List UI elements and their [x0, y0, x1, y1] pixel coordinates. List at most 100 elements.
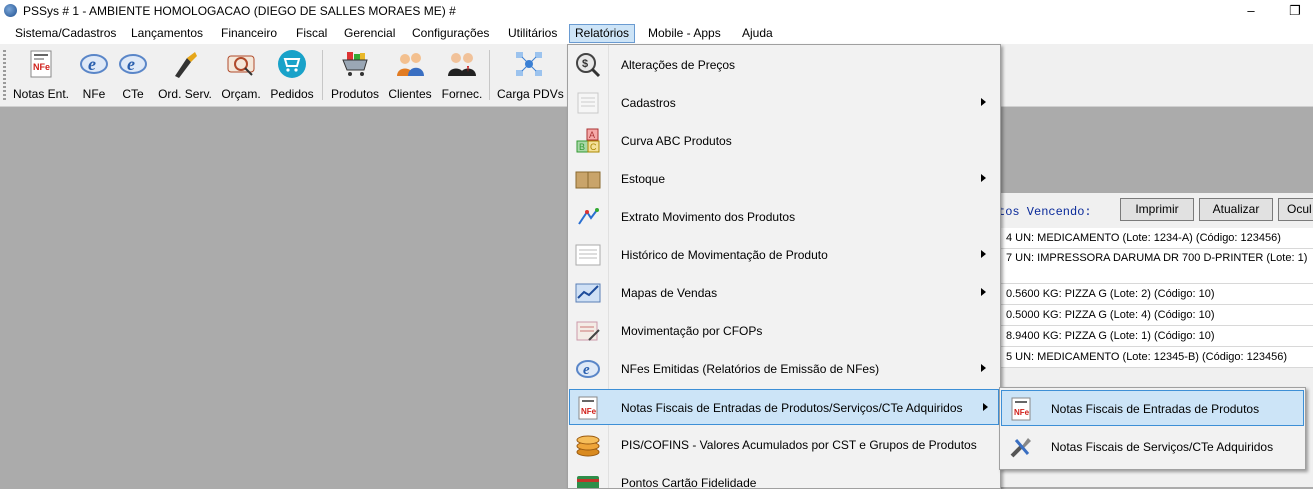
svg-text:A: A: [589, 130, 595, 140]
menu-item-label: Curva ABC Produtos: [621, 134, 732, 148]
menu-item-estoque[interactable]: Estoque: [570, 161, 996, 197]
menu-utilitarios[interactable]: Utilitários: [508, 25, 557, 42]
toolbar-separator: [322, 50, 323, 100]
menu-item-nfes-emitidas[interactable]: e NFes Emitidas (Relatórios de Emissão d…: [570, 351, 996, 387]
menu-item-notas-fiscais-entradas[interactable]: NFe Notas Fiscais de Entradas de Produto…: [569, 389, 999, 425]
submenu-arrow-icon: [981, 364, 986, 372]
toolbar-label: Pedidos: [270, 87, 314, 101]
expiring-items-table: 4 UN: MEDICAMENTO (Lote: 1234-A) (Código…: [990, 228, 1313, 368]
abc-blocks-icon: A B C: [576, 128, 600, 153]
toolbar-produtos-button[interactable]: Produtos: [329, 48, 381, 101]
restore-icon[interactable]: ❐: [1284, 2, 1306, 20]
table-row[interactable]: 0.5000 KG: PIZZA G (Lote: 4) (Código: 10…: [990, 305, 1313, 326]
toolbar-separator: [489, 50, 490, 100]
table-row[interactable]: 4 UN: MEDICAMENTO (Lote: 1234-A) (Código…: [990, 228, 1313, 249]
menu-item-pis-cofins[interactable]: PIS/COFINS - Valores Acumulados por CST …: [570, 427, 996, 463]
nfe-e-icon: e: [80, 54, 108, 74]
menu-mobile-apps[interactable]: Mobile - Apps: [648, 25, 721, 42]
table-row[interactable]: 5 UN: MEDICAMENTO (Lote: 12345-B) (Códig…: [990, 347, 1313, 368]
menu-item-cadastros[interactable]: Cadastros: [570, 85, 996, 121]
clients-icon: [397, 53, 424, 76]
menu-gerencial[interactable]: Gerencial: [344, 25, 395, 42]
toolbar-label: Produtos: [330, 87, 380, 101]
window-title: PSSys # 1 - AMBIENTE HOMOLOGACAO (DIEGO …: [23, 4, 456, 18]
menu-item-label: PIS/COFINS - Valores Acumulados por CST …: [621, 438, 977, 452]
toolbar-fornec-button[interactable]: Fornec.: [441, 48, 483, 101]
svg-text:e: e: [583, 362, 590, 378]
toolbar-label: Notas Ent.: [12, 87, 70, 101]
menu-item-label: Mapas de Vendas: [621, 286, 718, 300]
menu-item-label: Extrato Movimento dos Produtos: [621, 210, 796, 224]
toolbar-nfe-button[interactable]: e NFe: [78, 48, 110, 101]
nfe-document-icon: NFe: [30, 50, 52, 78]
menu-sistema-cadastros[interactable]: Sistema/Cadastros: [15, 25, 116, 42]
toolbar-label: Orçam.: [221, 87, 261, 101]
notas-fiscais-submenu: NFe Notas Fiscais de Entradas de Produto…: [999, 387, 1306, 470]
service-order-icon: [175, 52, 197, 78]
toolbar-notas-ent-button[interactable]: NFe Notas Ent.: [12, 48, 70, 101]
menu-item-label: Estoque: [621, 172, 666, 186]
hide-button[interactable]: Ocul: [1278, 198, 1313, 221]
menu-item-extrato-movimento[interactable]: Extrato Movimento dos Produtos: [570, 199, 996, 235]
title-bar: PSSys # 1 - AMBIENTE HOMOLOGACAO (DIEGO …: [0, 0, 1313, 22]
menu-item-label: Cadastros: [621, 96, 676, 110]
loyalty-card-icon: [577, 476, 599, 488]
registry-icon: [577, 92, 599, 114]
submenu-arrow-icon: [981, 288, 986, 296]
menu-item-label: Movimentação por CFOPs: [621, 324, 763, 338]
toolbar-cte-button[interactable]: e CTe: [117, 48, 149, 101]
menu-item-historico-movimentacao[interactable]: Histórico de Movimentação de Produto: [570, 237, 996, 273]
menu-ajuda[interactable]: Ajuda: [742, 25, 773, 42]
svg-text:NFe: NFe: [581, 407, 597, 416]
menu-fiscal[interactable]: Fiscal: [296, 25, 327, 42]
statement-icon: [578, 208, 599, 225]
table-row[interactable]: 0.5600 KG: PIZZA G (Lote: 2) (Código: 10…: [990, 284, 1313, 305]
app-logo-icon: [4, 4, 17, 17]
svg-text:B: B: [579, 142, 585, 152]
submenu-item-notas-servicos-cte[interactable]: Notas Fiscais de Serviços/CTe Adquiridos: [1002, 429, 1303, 465]
menu-item-label: Pontos Cartão Fidelidade: [621, 476, 757, 489]
submenu-arrow-icon: [981, 174, 986, 182]
submenu-arrow-icon: [983, 403, 988, 411]
network-icon: [516, 52, 542, 76]
menu-item-label: NFes Emitidas (Relatórios de Emissão de …: [621, 362, 880, 376]
toolbar-carga-pdvs-button[interactable]: Carga PDVs: [497, 48, 564, 101]
print-button[interactable]: Imprimir: [1120, 198, 1194, 221]
cfop-icon: [576, 321, 600, 341]
menu-item-label: Notas Fiscais de Serviços/CTe Adquiridos: [1051, 440, 1274, 454]
toolbar-grip[interactable]: [3, 50, 6, 100]
relatorios-dropdown-menu: $ Alterações de Preços Cadastros A B C C…: [567, 44, 1001, 489]
update-button[interactable]: Atualizar: [1199, 198, 1273, 221]
menu-lancamentos[interactable]: Lançamentos: [131, 25, 203, 42]
toolbar-orcam-button[interactable]: Orçam.: [219, 48, 263, 101]
minimize-icon[interactable]: –: [1240, 2, 1262, 20]
table-row[interactable]: 7 UN: IMPRESSORA DARUMA DR 700 D-PRINTER…: [990, 249, 1313, 284]
budget-icon: [227, 55, 255, 76]
menu-financeiro[interactable]: Financeiro: [221, 25, 277, 42]
table-row[interactable]: 8.9400 KG: PIZZA G (Lote: 1) (Código: 10…: [990, 326, 1313, 347]
nfe-document-icon: NFe: [578, 396, 598, 420]
nfe-e-icon: e: [576, 360, 600, 378]
expiring-label: tos Vencendo:: [998, 205, 1092, 219]
toolbar-ord-serv-button[interactable]: Ord. Serv.: [157, 48, 213, 101]
menu-item-pontos-cartao-fidelidade[interactable]: Pontos Cartão Fidelidade: [570, 465, 996, 489]
menu-item-curva-abc[interactable]: A B C Curva ABC Produtos: [570, 123, 996, 159]
submenu-item-notas-entradas-produtos[interactable]: NFe Notas Fiscais de Entradas de Produto…: [1001, 390, 1304, 426]
menu-item-mapas-vendas[interactable]: Mapas de Vendas: [570, 275, 996, 311]
svg-text:NFe: NFe: [33, 62, 50, 72]
menu-configuracoes[interactable]: Configurações: [412, 25, 489, 42]
cte-e-icon: e: [119, 54, 147, 74]
menu-item-movimentacao-cfops[interactable]: Movimentação por CFOPs: [570, 313, 996, 349]
history-list-icon: [575, 244, 601, 266]
menu-item-alteracoes-precos[interactable]: $ Alterações de Preços: [570, 47, 996, 83]
svg-text:NFe: NFe: [1014, 408, 1030, 417]
menu-item-label: Histórico de Movimentação de Produto: [621, 248, 828, 262]
toolbar-label: Carga PDVs: [497, 87, 564, 101]
menu-relatorios[interactable]: Relatórios: [569, 24, 636, 43]
toolbar-label: NFe: [82, 87, 106, 101]
toolbar-pedidos-button[interactable]: Pedidos: [270, 48, 314, 101]
toolbar-label: Clientes: [388, 87, 432, 101]
sales-map-icon: [575, 283, 601, 303]
toolbar-label: Ord. Serv.: [158, 87, 212, 101]
toolbar-clientes-button[interactable]: Clientes: [388, 48, 432, 101]
